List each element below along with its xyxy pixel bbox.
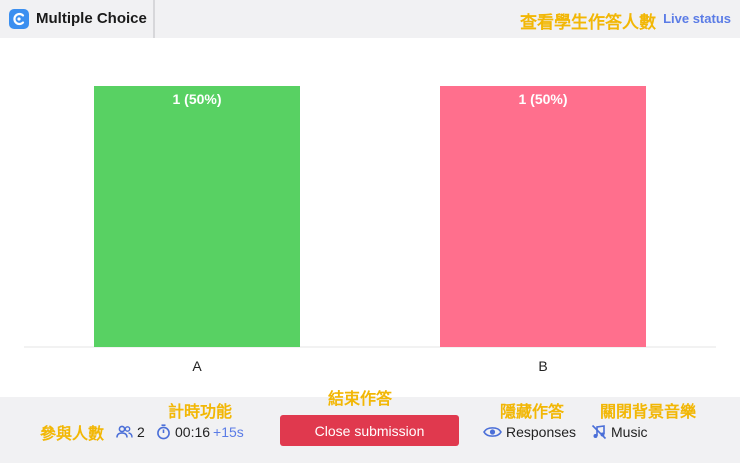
page-title: Multiple Choice [36, 10, 147, 27]
eye-icon [483, 425, 502, 439]
bar-chart: 1 (50%) A 1 (50%) B [24, 86, 716, 374]
results-chart: 1 (50%) A 1 (50%) B [0, 38, 740, 397]
timer: 00:16 +15s [156, 424, 244, 440]
live-status-link[interactable]: Live status [663, 11, 731, 26]
annotation-participants: 參與人數 [40, 424, 105, 443]
bar-b [440, 86, 646, 347]
category-label-b: B [538, 358, 547, 374]
responses-toggle[interactable]: Responses [483, 424, 576, 440]
people-icon [116, 425, 133, 439]
bar-a [94, 86, 300, 347]
annotation-hide-responses: 隱藏作答 [500, 402, 565, 421]
music-label: Music [611, 424, 648, 440]
music-off-icon [591, 424, 607, 440]
data-label-b: 1 (50%) [518, 91, 567, 107]
participants-number: 2 [137, 424, 145, 440]
stopwatch-icon [156, 424, 171, 440]
annotation-music: 關閉背景音樂 [600, 402, 697, 421]
annotation-live-status: 查看學生作答人數 [520, 13, 656, 33]
music-toggle[interactable]: Music [591, 424, 648, 440]
bottom-toolbar: 參與人數 2 計時功能 00:16 +15s 結束作答 Close submis… [0, 389, 740, 463]
add-time-button[interactable]: +15s [213, 424, 244, 440]
participants-count: 2 [116, 424, 145, 440]
category-label-a: A [192, 358, 202, 374]
responses-label: Responses [506, 424, 577, 440]
annotation-timer: 計時功能 [168, 402, 233, 421]
top-bar: Multiple Choice 查看學生作答人數 Live status [0, 0, 740, 38]
close-submission-button[interactable]: Close submission [280, 415, 459, 446]
app-logo-icon [9, 9, 29, 29]
data-label-a: 1 (50%) [172, 91, 221, 107]
timer-value: 00:16 [175, 424, 211, 440]
annotation-close: 結束作答 [328, 389, 393, 408]
header-divider [153, 0, 155, 38]
